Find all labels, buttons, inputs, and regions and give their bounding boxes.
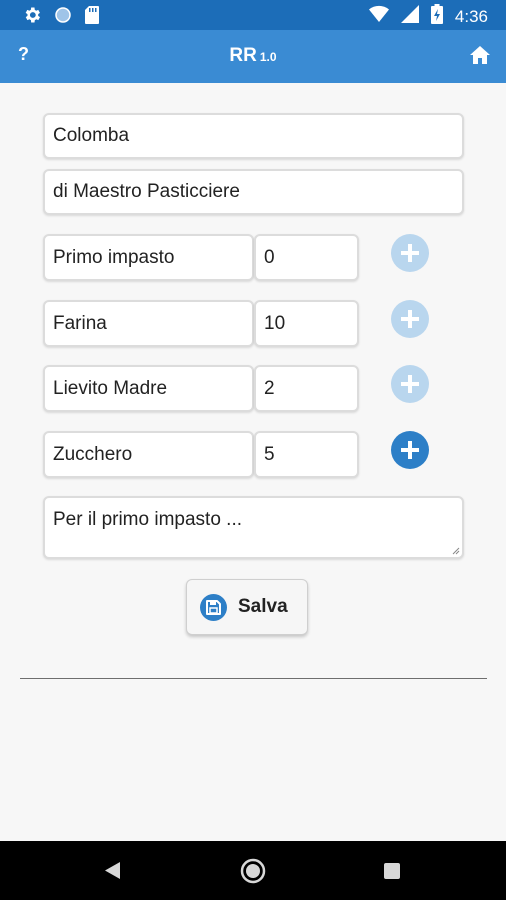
notes-value: Per il primo impasto ...	[53, 509, 242, 530]
system-nav-bar	[0, 841, 506, 900]
back-icon[interactable]	[104, 861, 121, 880]
ingredient-name-input[interactable]: Farina	[43, 300, 254, 347]
plus-icon	[401, 244, 419, 262]
ingredient-name-value: Primo impasto	[53, 246, 175, 268]
ingredient-qty-value: 10	[264, 312, 286, 334]
divider	[20, 678, 487, 679]
floppy-disk-icon	[200, 593, 227, 621]
notes-textarea[interactable]: Per il primo impasto ...	[43, 496, 464, 559]
save-button-label: Salva	[238, 596, 288, 617]
add-ingredient-button[interactable]	[391, 234, 429, 272]
ingredient-name-value: Zucchero	[53, 443, 133, 465]
wifi-icon	[368, 5, 389, 28]
app-bar: ? RR 1.0	[0, 30, 506, 83]
clock: 4:36	[454, 6, 488, 26]
signal-icon	[400, 5, 419, 28]
plus-icon	[401, 310, 419, 328]
recipe-name-value: Colomba	[53, 125, 130, 146]
recents-icon[interactable]	[384, 863, 400, 879]
app-version: 1.0	[259, 50, 277, 64]
add-ingredient-button[interactable]	[391, 431, 429, 469]
app-title-text: RR	[229, 45, 257, 66]
ingredient-qty-input[interactable]: 0	[254, 234, 359, 281]
plus-icon	[401, 375, 419, 393]
resize-handle-icon[interactable]	[452, 547, 460, 555]
home-nav-icon[interactable]	[240, 858, 266, 884]
home-icon[interactable]	[470, 45, 490, 65]
ingredient-qty-value: 2	[264, 377, 275, 399]
sd-card-icon	[84, 5, 100, 30]
ingredient-name-input[interactable]: Zucchero	[43, 431, 254, 478]
ingredient-name-value: Lievito Madre	[53, 377, 168, 399]
ingredient-qty-input[interactable]: 10	[254, 300, 359, 347]
add-ingredient-button[interactable]	[391, 365, 429, 403]
recipe-subtitle-value: di Maestro Pasticciere	[53, 181, 240, 202]
battery-charging-icon	[430, 4, 443, 29]
ingredient-qty-input[interactable]: 5	[254, 431, 359, 478]
status-bar: 4:36	[0, 0, 506, 30]
ingredient-qty-value: 5	[264, 443, 275, 465]
ingredient-qty-value: 0	[264, 246, 275, 268]
ingredient-name-input[interactable]: Primo impasto	[43, 234, 254, 281]
ingredient-name-value: Farina	[53, 312, 107, 334]
plus-icon	[401, 441, 419, 459]
recipe-name-input[interactable]: Colomba	[43, 113, 464, 159]
add-ingredient-button[interactable]	[391, 300, 429, 338]
recipe-subtitle-input[interactable]: di Maestro Pasticciere	[43, 169, 464, 215]
ingredient-qty-input[interactable]: 2	[254, 365, 359, 412]
save-button[interactable]: Salva	[186, 579, 308, 635]
circle-icon	[54, 6, 72, 29]
app-title: RR 1.0	[0, 45, 506, 67]
ingredient-name-input[interactable]: Lievito Madre	[43, 365, 254, 412]
settings-icon	[22, 5, 42, 30]
